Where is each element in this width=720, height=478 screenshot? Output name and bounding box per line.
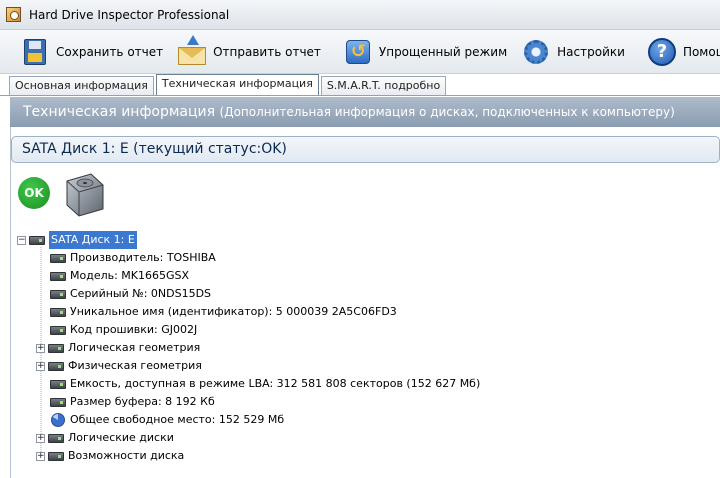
save-report-label: Сохранить отчет	[56, 44, 164, 59]
send-report-label: Отправить отчет	[213, 44, 321, 59]
tree-item[interactable]: Общее свободное место: 152 529 Мб	[51, 411, 284, 429]
help-question-icon: ?	[645, 35, 679, 69]
tree-item-label: Емкость, доступная в режиме LBA: 312 581…	[70, 377, 481, 390]
drive-icon	[50, 253, 66, 263]
hard-drive-icon	[66, 173, 104, 217]
settings-label: Настройки	[557, 44, 625, 59]
disk-info-tree: − SATA Диск 1: E Производитель: TOSHIBA …	[11, 229, 711, 469]
drive-icon	[48, 343, 64, 353]
floppy-disk-icon	[18, 35, 52, 69]
save-report-button[interactable]: Сохранить отчет	[12, 33, 169, 71]
drive-icon	[50, 325, 66, 335]
gear-icon	[519, 35, 553, 69]
tree-item-expandable[interactable]: + Возможности диска	[36, 447, 184, 465]
tab-strip: Основная информация Техническая информац…	[0, 74, 720, 96]
tree-root-disk[interactable]: − SATA Диск 1: E	[17, 231, 137, 249]
content-panel: SATA Диск 1: E (текущий статус:OK) OK − …	[10, 127, 720, 478]
envelope-icon	[175, 34, 209, 69]
tree-item-label: Физическая геометрия	[68, 359, 202, 372]
tree-item-label: Логическая геометрия	[68, 341, 201, 354]
toolbar: Сохранить отчет Отправить отчет Упрощенн…	[0, 30, 720, 74]
drive-icon	[29, 235, 45, 245]
collapse-toggle-icon[interactable]: −	[17, 235, 26, 245]
drive-icon	[48, 433, 64, 443]
expand-toggle-icon[interactable]: +	[36, 433, 45, 443]
section-header: Техническая информация (Дополнительная и…	[10, 97, 720, 127]
tree-item[interactable]: Серийный №: 0NDS15DS	[50, 285, 211, 303]
status-ok-icon: OK	[18, 177, 50, 209]
tree-item[interactable]: Емкость, доступная в режиме LBA: 312 581…	[50, 375, 480, 393]
simple-mode-label: Упрощенный режим	[378, 44, 508, 59]
tree-item-label: Серийный №: 0NDS15DS	[70, 287, 212, 300]
tree-root-label: SATA Диск 1: E	[49, 231, 137, 249]
pie-chart-icon	[51, 413, 65, 427]
tab-smart-details[interactable]: S.M.A.R.T. подробно	[320, 76, 447, 95]
section-title: Техническая информация	[23, 104, 216, 120]
tree-item[interactable]: Размер буфера: 8 192 Кб	[50, 393, 215, 411]
tree-item[interactable]: Уникальное имя (идентификатор): 5 000039…	[50, 303, 397, 321]
tree-item-expandable[interactable]: + Физическая геометрия	[36, 357, 202, 375]
tree-item[interactable]: Производитель: TOSHIBA	[50, 249, 216, 267]
help-label: Помощь	[682, 44, 720, 59]
section-subtitle: (Дополнительная информация о дисках, под…	[219, 105, 675, 119]
drive-icon	[48, 361, 64, 371]
tab-basic-info[interactable]: Основная информация	[9, 76, 154, 95]
drive-icon	[50, 379, 66, 389]
tree-item[interactable]: Код прошивки: GJ002J	[50, 321, 197, 339]
tree-item-expandable[interactable]: + Логические диски	[36, 429, 174, 447]
disk-title: SATA Диск 1: E (текущий статус:OK)	[11, 136, 720, 163]
send-report-button[interactable]: Отправить отчет	[169, 33, 327, 71]
tree-item-label: Возможности диска	[68, 449, 185, 462]
settings-button[interactable]: Настройки	[513, 33, 631, 71]
tree-item-label: Модель: MK1665GSX	[70, 269, 190, 282]
drive-icon	[48, 451, 64, 461]
app-icon	[6, 7, 21, 22]
expand-toggle-icon[interactable]: +	[36, 343, 45, 353]
tree-item-expandable[interactable]: + Логическая геометрия	[36, 339, 200, 357]
drive-icon	[50, 397, 66, 407]
tree-item[interactable]: Модель: MK1665GSX	[50, 267, 189, 285]
tree-item-label: Общее свободное место: 152 529 Мб	[70, 413, 285, 426]
tree-item-label: Код прошивки: GJ002J	[70, 323, 198, 336]
title-bar: Hard Drive Inspector Professional	[0, 0, 720, 30]
tree-item-label: Уникальное имя (идентификатор): 5 000039…	[70, 305, 397, 318]
simple-mode-button[interactable]: Упрощенный режим	[335, 33, 513, 71]
refresh-mode-icon	[341, 35, 375, 69]
drive-icon	[50, 307, 66, 317]
expand-toggle-icon[interactable]: +	[36, 451, 45, 461]
drive-icon	[50, 289, 66, 299]
expand-toggle-icon[interactable]: +	[36, 361, 45, 371]
drive-icon	[50, 271, 66, 281]
help-button[interactable]: ? Помощь ▼	[639, 33, 720, 71]
tree-item-label: Размер буфера: 8 192 Кб	[70, 395, 215, 408]
tab-technical-info[interactable]: Техническая информация	[155, 74, 319, 95]
window-title: Hard Drive Inspector Professional	[29, 7, 230, 22]
tree-item-label: Логические диски	[68, 431, 174, 444]
tree-item-label: Производитель: TOSHIBA	[70, 251, 216, 264]
